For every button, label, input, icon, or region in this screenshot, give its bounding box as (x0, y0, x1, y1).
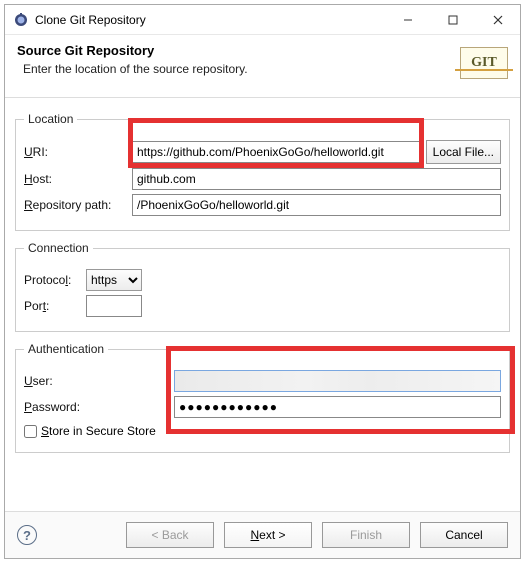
repo-path-input[interactable] (132, 194, 501, 216)
page-title: Source Git Repository (17, 43, 460, 58)
repo-path-label: Repository path: (24, 198, 132, 212)
host-input[interactable] (132, 168, 501, 190)
authentication-group: Authentication User: Password: Store in … (15, 342, 510, 453)
protocol-label: Protocol: (24, 273, 86, 287)
maximize-button[interactable] (430, 5, 475, 34)
uri-label: URI: (24, 145, 132, 159)
help-icon[interactable]: ? (17, 525, 37, 545)
password-input[interactable] (174, 396, 501, 418)
back-button: < Back (126, 522, 214, 548)
store-secure-label: Store in Secure Store (41, 424, 156, 438)
window-controls (385, 5, 520, 34)
user-label: User: (24, 374, 174, 388)
cancel-button[interactable]: Cancel (420, 522, 508, 548)
git-logo-icon: GIT (460, 47, 508, 79)
finish-button: Finish (322, 522, 410, 548)
wizard-body: Location URI: Local File... Host: Reposi… (5, 98, 520, 469)
authentication-legend: Authentication (24, 342, 108, 356)
store-secure-checkbox[interactable] (24, 425, 37, 438)
port-label: Port: (24, 299, 86, 313)
host-label: Host: (24, 172, 132, 186)
password-label: Password: (24, 400, 174, 414)
window-title: Clone Git Repository (35, 13, 385, 27)
location-group: Location URI: Local File... Host: Reposi… (15, 112, 510, 231)
next-button[interactable]: Next > (224, 522, 312, 548)
wizard-footer: ? < Back Next > Finish Cancel (5, 511, 520, 558)
close-button[interactable] (475, 5, 520, 34)
dialog-window: Clone Git Repository Source Git Reposito… (4, 4, 521, 559)
minimize-button[interactable] (385, 5, 430, 34)
port-input[interactable] (86, 295, 142, 317)
app-icon (13, 12, 29, 28)
protocol-select[interactable]: https (86, 269, 142, 291)
wizard-header: Source Git Repository Enter the location… (5, 35, 520, 98)
uri-input[interactable] (132, 141, 422, 163)
connection-legend: Connection (24, 241, 93, 255)
local-file-button[interactable]: Local File... (426, 140, 501, 164)
connection-group: Connection Protocol: https Port: (15, 241, 510, 332)
titlebar: Clone Git Repository (5, 5, 520, 35)
page-subtitle: Enter the location of the source reposit… (23, 62, 460, 76)
location-legend: Location (24, 112, 77, 126)
user-input[interactable] (174, 370, 501, 392)
